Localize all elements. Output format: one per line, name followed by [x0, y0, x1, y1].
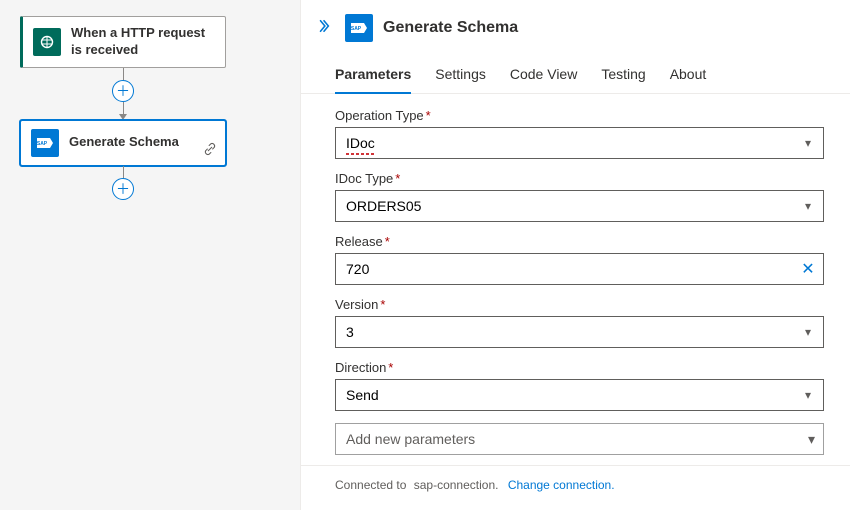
- sap-icon: SAP: [31, 129, 59, 157]
- field-label: Release*: [335, 234, 824, 249]
- chevron-down-icon[interactable]: ▾: [793, 136, 823, 150]
- required-marker: *: [385, 234, 390, 249]
- required-marker: *: [426, 108, 431, 123]
- idoc-type-input[interactable]: [336, 191, 793, 221]
- operation-type-input[interactable]: [336, 128, 793, 158]
- required-marker: *: [395, 171, 400, 186]
- tab-parameters[interactable]: Parameters: [335, 58, 411, 94]
- field-label: Version*: [335, 297, 824, 312]
- connector-line: [123, 68, 124, 80]
- field-direction: Direction* ▾: [335, 360, 824, 411]
- operation-type-select[interactable]: ▾: [335, 127, 824, 159]
- add-step-button[interactable]: ＋: [112, 80, 134, 102]
- change-connection-link[interactable]: Change connection.: [508, 478, 615, 492]
- field-label: Operation Type*: [335, 108, 824, 123]
- version-select[interactable]: ▾: [335, 316, 824, 348]
- designer-canvas: When a HTTP request is received ＋ SAP Ge…: [0, 0, 300, 510]
- chevron-down-icon: ▾: [808, 431, 815, 448]
- plus-icon: ＋: [116, 84, 130, 98]
- chevron-down-icon[interactable]: ▾: [793, 325, 823, 339]
- version-input[interactable]: [336, 317, 793, 347]
- connection-prefix: Connected to: [335, 478, 406, 492]
- idoc-type-select[interactable]: ▾: [335, 190, 824, 222]
- field-label: IDoc Type*: [335, 171, 824, 186]
- action-node-title: Generate Schema: [69, 134, 179, 151]
- add-params-label: Add new parameters: [346, 431, 475, 447]
- required-marker: *: [388, 360, 393, 375]
- tab-testing[interactable]: Testing: [601, 58, 645, 94]
- field-idoc-type: IDoc Type* ▾: [335, 171, 824, 222]
- connector: ＋: [20, 68, 226, 120]
- direction-select[interactable]: ▾: [335, 379, 824, 411]
- connector-line: [123, 102, 124, 114]
- tab-settings[interactable]: Settings: [435, 58, 486, 94]
- connector-line: [123, 166, 124, 178]
- arrowhead-icon: [119, 114, 127, 120]
- clear-icon[interactable]: ✕: [793, 259, 823, 279]
- release-input-control[interactable]: ✕: [335, 253, 824, 285]
- field-version: Version* ▾: [335, 297, 824, 348]
- chevron-down-icon[interactable]: ▾: [793, 388, 823, 402]
- tab-code-view[interactable]: Code View: [510, 58, 577, 94]
- svg-text:SAP: SAP: [351, 26, 362, 32]
- http-trigger-icon: [33, 28, 61, 56]
- field-release: Release* ✕: [335, 234, 824, 285]
- collapse-panel-button[interactable]: [313, 15, 335, 42]
- sap-icon: SAP: [345, 14, 373, 42]
- field-operation-type: Operation Type* ▾: [335, 108, 824, 159]
- release-input[interactable]: [336, 254, 793, 284]
- action-node-generate-schema[interactable]: SAP Generate Schema: [20, 120, 226, 166]
- svg-text:SAP: SAP: [37, 141, 48, 147]
- chevron-down-icon[interactable]: ▾: [793, 199, 823, 213]
- add-new-parameters-select[interactable]: Add new parameters ▾: [335, 423, 824, 455]
- add-step-button[interactable]: ＋: [112, 178, 134, 200]
- parameters-form: Operation Type* ▾ IDoc Type* ▾ Release* …: [301, 94, 850, 465]
- connection-info: Connected to sap-connection. Change conn…: [301, 465, 850, 504]
- panel-tabs: Parameters Settings Code View Testing Ab…: [301, 48, 850, 94]
- direction-input[interactable]: [336, 380, 793, 410]
- connector: ＋: [20, 166, 226, 200]
- panel-header: SAP Generate Schema: [301, 0, 850, 48]
- panel-title: Generate Schema: [383, 19, 518, 37]
- plus-icon: ＋: [116, 182, 130, 196]
- connection-name: sap-connection.: [414, 478, 499, 492]
- trigger-node-title: When a HTTP request is received: [71, 25, 215, 59]
- spellcheck-underline: [346, 153, 374, 155]
- connection-link-icon: [203, 142, 217, 159]
- action-config-panel: SAP Generate Schema Parameters Settings …: [300, 0, 850, 510]
- tab-about[interactable]: About: [670, 58, 707, 94]
- required-marker: *: [380, 297, 385, 312]
- field-label: Direction*: [335, 360, 824, 375]
- trigger-node-http-request[interactable]: When a HTTP request is received: [20, 16, 226, 68]
